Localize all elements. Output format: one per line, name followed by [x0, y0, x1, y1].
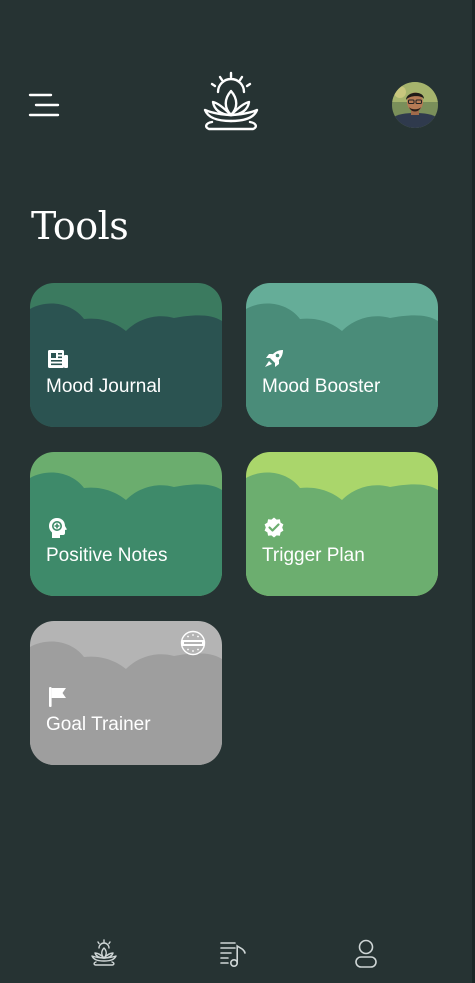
- user-avatar-icon: [392, 82, 438, 128]
- flag-icon: [49, 687, 66, 707]
- hamburger-menu-icon: [28, 93, 60, 117]
- rocket-icon: [265, 350, 283, 367]
- menu-button[interactable]: [26, 88, 62, 124]
- avatar[interactable]: [392, 82, 438, 128]
- tool-card-mood-journal[interactable]: Mood Journal: [30, 283, 222, 427]
- head-plus-icon: [49, 518, 67, 538]
- premium-badge-icon: [180, 630, 206, 656]
- tool-card-label: Trigger Plan: [262, 545, 365, 566]
- tool-card-positive-notes[interactable]: Positive Notes: [30, 452, 222, 596]
- music-list-icon: [220, 942, 246, 967]
- tool-card-label: Mood Booster: [262, 376, 381, 397]
- page-title: Tools: [31, 204, 129, 248]
- person-icon: [355, 939, 377, 968]
- verified-badge-icon: [264, 517, 284, 538]
- bottom-nav: [0, 920, 475, 983]
- nav-item-playlist[interactable]: [218, 938, 250, 970]
- nav-item-profile[interactable]: [350, 938, 382, 970]
- lotus-sun-logo-icon: [203, 71, 259, 131]
- app-header: [0, 0, 475, 140]
- tool-card-mood-booster[interactable]: Mood Booster: [246, 283, 438, 427]
- lotus-icon: [91, 939, 117, 966]
- tool-card-label: Goal Trainer: [46, 714, 151, 735]
- tool-card-trigger-plan[interactable]: Trigger Plan: [246, 452, 438, 596]
- app-logo: [198, 70, 264, 140]
- tool-card-label: Mood Journal: [46, 376, 162, 397]
- nav-item-home[interactable]: [88, 938, 120, 970]
- tool-card-goal-trainer[interactable]: Goal Trainer: [30, 621, 222, 765]
- tool-card-label: Positive Notes: [46, 545, 168, 566]
- newspaper-icon: [48, 350, 68, 368]
- tools-screen: Tools Mood Journal Mood Booster Positive…: [0, 0, 475, 983]
